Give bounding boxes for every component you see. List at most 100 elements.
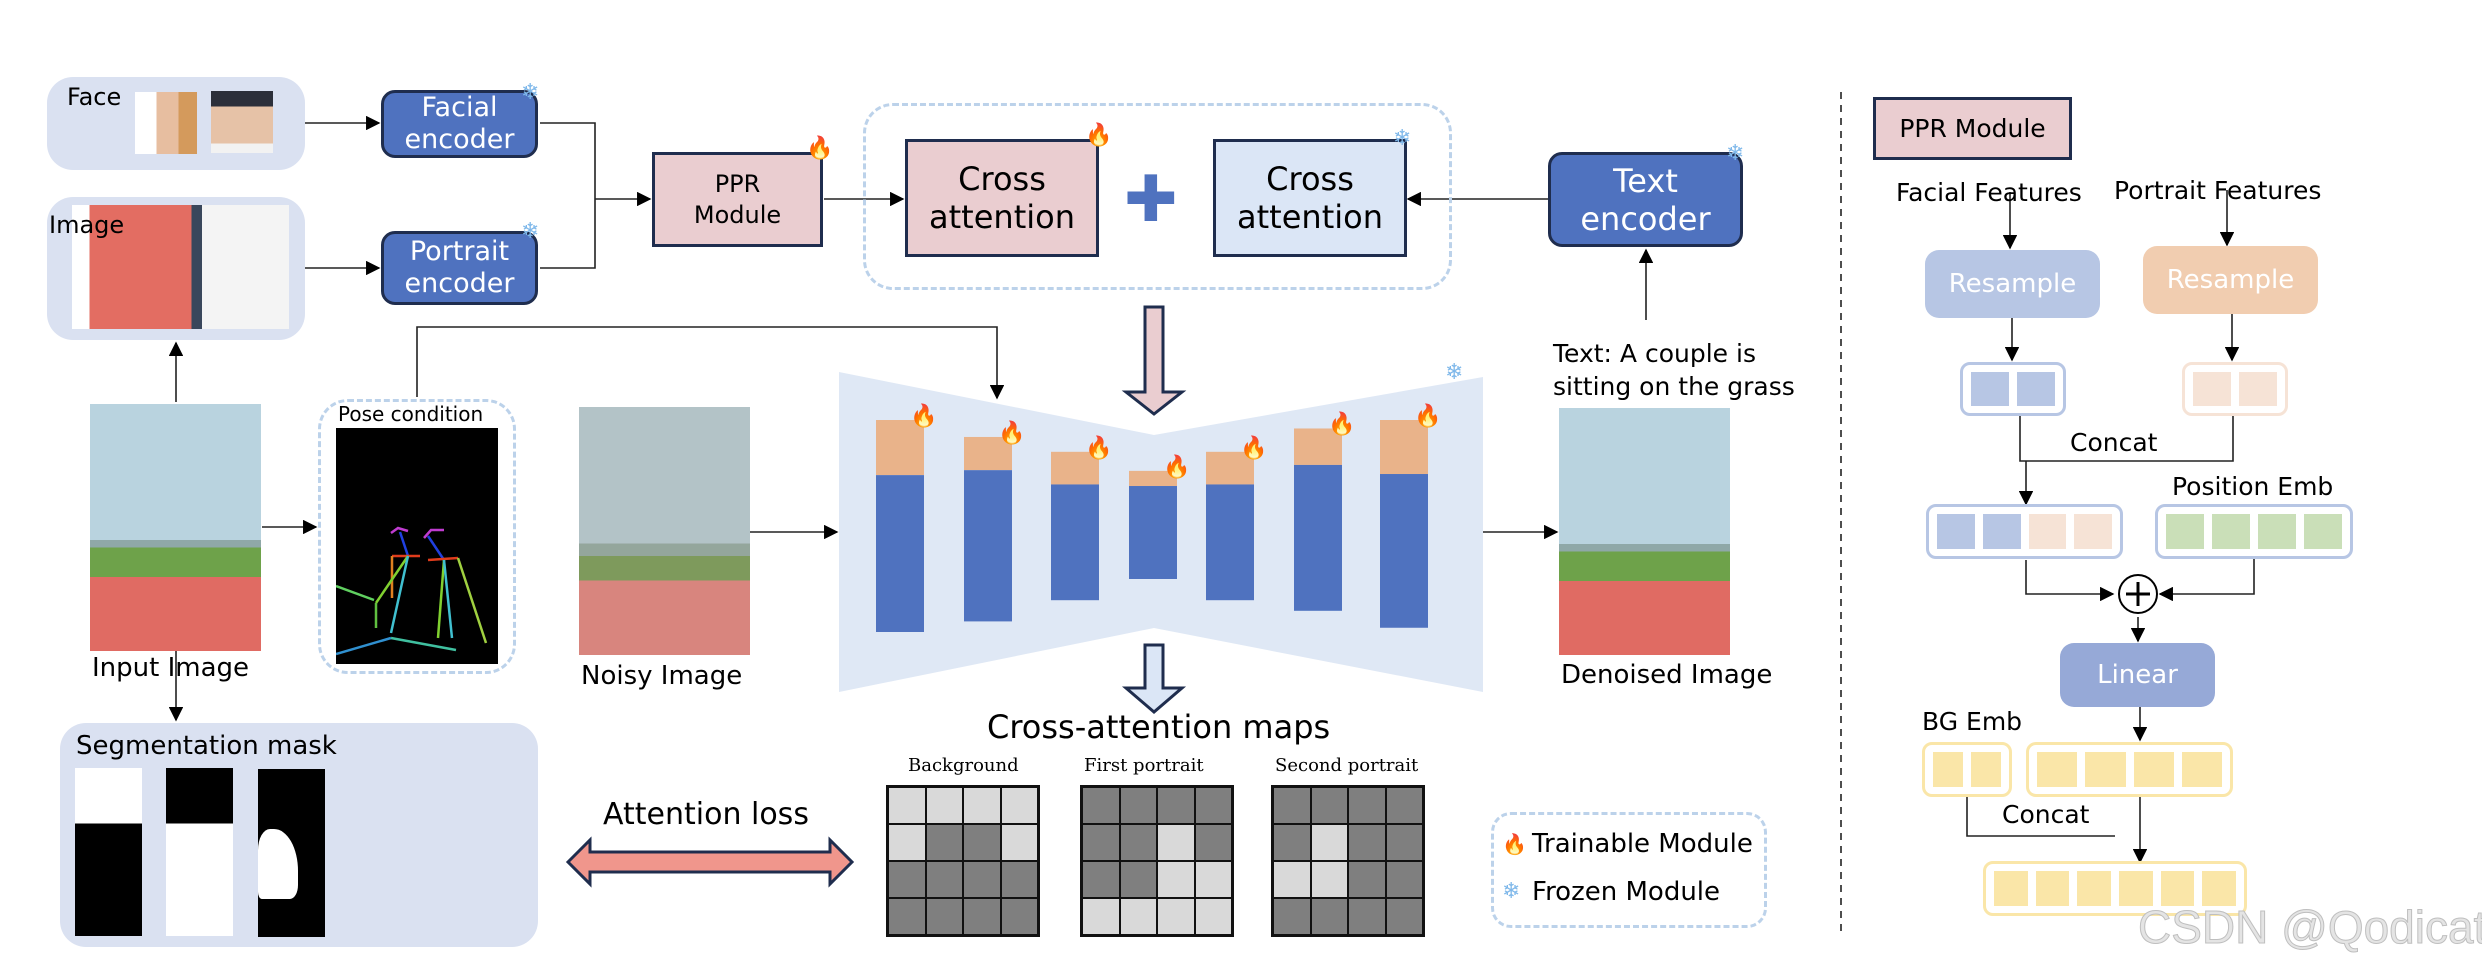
unet-frozen-layer	[1051, 484, 1099, 601]
trainable-fire-icon: 🔥	[806, 136, 834, 161]
unet-frozen-layer	[1380, 474, 1428, 628]
attention-map-cell	[963, 898, 1001, 935]
attention-map-cell	[1273, 898, 1311, 935]
attention-map-cell	[1082, 824, 1120, 861]
attention-map-cell	[888, 861, 926, 898]
attention-loss-label: Attention loss	[603, 797, 809, 832]
portrait-tokens	[2182, 362, 2288, 416]
attention-map-cell	[1194, 824, 1232, 861]
portrait-input-group: Image	[47, 197, 305, 340]
face-crop-man	[211, 91, 273, 153]
mask-second-portrait	[258, 769, 325, 937]
map-label: First portrait	[1084, 755, 1204, 776]
portrait-encoder-block: Portrait encoder	[381, 231, 538, 305]
legend-frozen: Frozen Module	[1532, 877, 1721, 907]
pose-skeleton	[336, 526, 488, 656]
attention-map-cell	[1000, 787, 1038, 824]
resample-portrait-block: Resample	[2143, 246, 2318, 314]
attention-map-cell	[888, 787, 926, 824]
attention-map-cell	[1385, 824, 1423, 861]
attention-map-cell	[1082, 787, 1120, 824]
unet-frozen-layer	[876, 475, 924, 632]
attention-map-cell	[963, 787, 1001, 824]
attention-map-cell	[1157, 787, 1195, 824]
attention-map-cell	[1273, 861, 1311, 898]
bg-emb-tokens	[1922, 742, 2012, 797]
plus-icon: ✚	[1124, 163, 1178, 237]
attention-map-cell	[963, 861, 1001, 898]
frozen-snowflake-icon: ❄	[1393, 126, 1412, 151]
attention-map-cell	[888, 824, 926, 861]
trainable-fire-icon: 🔥	[1085, 123, 1113, 148]
noisy-image	[579, 407, 750, 655]
attention-map-cell	[1310, 824, 1348, 861]
attention-map-cell	[1000, 861, 1038, 898]
attention-map-cell	[1348, 787, 1386, 824]
input-image	[90, 404, 261, 651]
position-emb-tokens	[2155, 504, 2353, 559]
ppr-module-block: PPR Module	[652, 152, 823, 247]
attention-map-grid	[1271, 785, 1425, 937]
pose-skeleton-image	[336, 428, 498, 664]
attention-map-cell	[1348, 824, 1386, 861]
attention-map-grid	[1080, 785, 1234, 937]
image-label: Image	[49, 211, 125, 239]
attention-map-cell	[1348, 861, 1386, 898]
unet-frozen-layer	[964, 470, 1012, 622]
resample-facial-block: Resample	[1925, 250, 2100, 318]
face-crop-woman	[135, 92, 197, 154]
text-encoder-block: Text encoder	[1548, 152, 1743, 247]
map-label: Background	[908, 755, 1019, 776]
pose-condition-label: Pose condition	[338, 402, 484, 426]
concat-label: Concat	[2070, 428, 2158, 457]
trainable-fire-icon: 🔥	[1163, 454, 1191, 480]
attention-map-cell	[1348, 898, 1386, 935]
attention-map-cell	[963, 824, 1001, 861]
attention-map-cell	[1157, 861, 1195, 898]
attention-map-cell	[1082, 861, 1120, 898]
face-label: Face	[67, 83, 122, 111]
attention-map-cell	[1194, 898, 1232, 935]
attention-map-cell	[1119, 861, 1157, 898]
face-input-group: Face	[47, 77, 305, 170]
unet-frozen-layer	[1206, 484, 1254, 601]
attention-map-cell	[925, 861, 963, 898]
cross-attention-frozen-block: Cross attention	[1213, 139, 1407, 257]
attention-map-cell	[1082, 898, 1120, 935]
input-image-label: Input Image	[92, 653, 250, 683]
add-circle-icon	[2118, 574, 2158, 614]
position-emb-label: Position Emb	[2172, 472, 2334, 501]
concat-label-2: Concat	[2002, 800, 2090, 829]
attention-map-cell	[1310, 898, 1348, 935]
watermark: CSDN @Qodicat	[2137, 901, 2482, 954]
attention-map-grid	[886, 785, 1040, 937]
text-prompt: Text: A couple is sitting on the grass	[1553, 339, 1795, 401]
cross-attention-trainable-block: Cross attention	[905, 139, 1099, 257]
denoised-image	[1559, 408, 1730, 655]
attention-map-cell	[1310, 787, 1348, 824]
map-label: Second portrait	[1275, 755, 1419, 776]
concatenated-tokens	[1926, 504, 2123, 559]
trainable-fire-icon: 🔥	[1085, 435, 1113, 461]
trainable-fire-icon: 🔥	[1414, 404, 1442, 429]
ppr-detail-title: PPR Module	[1873, 97, 2072, 160]
frozen-snowflake-icon: ❄	[1445, 360, 1464, 385]
facial-tokens	[1960, 362, 2066, 416]
attention-map-cell	[1000, 824, 1038, 861]
attention-map-cell	[1000, 898, 1038, 935]
snowflake-icon: ❄	[1502, 879, 1521, 904]
attention-map-cell	[925, 898, 963, 935]
trainable-fire-icon: 🔥	[998, 420, 1026, 446]
facial-features-label: Facial Features	[1896, 178, 2082, 207]
linear-block: Linear	[2060, 643, 2215, 707]
attention-map-cell	[1194, 861, 1232, 898]
frozen-snowflake-icon: ❄	[521, 219, 540, 244]
attention-map-cell	[1310, 861, 1348, 898]
linear-output-tokens	[2026, 742, 2233, 797]
fire-icon: 🔥	[1502, 832, 1527, 856]
attention-map-cell	[1385, 787, 1423, 824]
connector-facial-encoder-merge	[540, 122, 596, 269]
attention-map-cell	[1119, 787, 1157, 824]
attention-map-cell	[1157, 824, 1195, 861]
unet-frozen-layer	[1294, 464, 1342, 611]
